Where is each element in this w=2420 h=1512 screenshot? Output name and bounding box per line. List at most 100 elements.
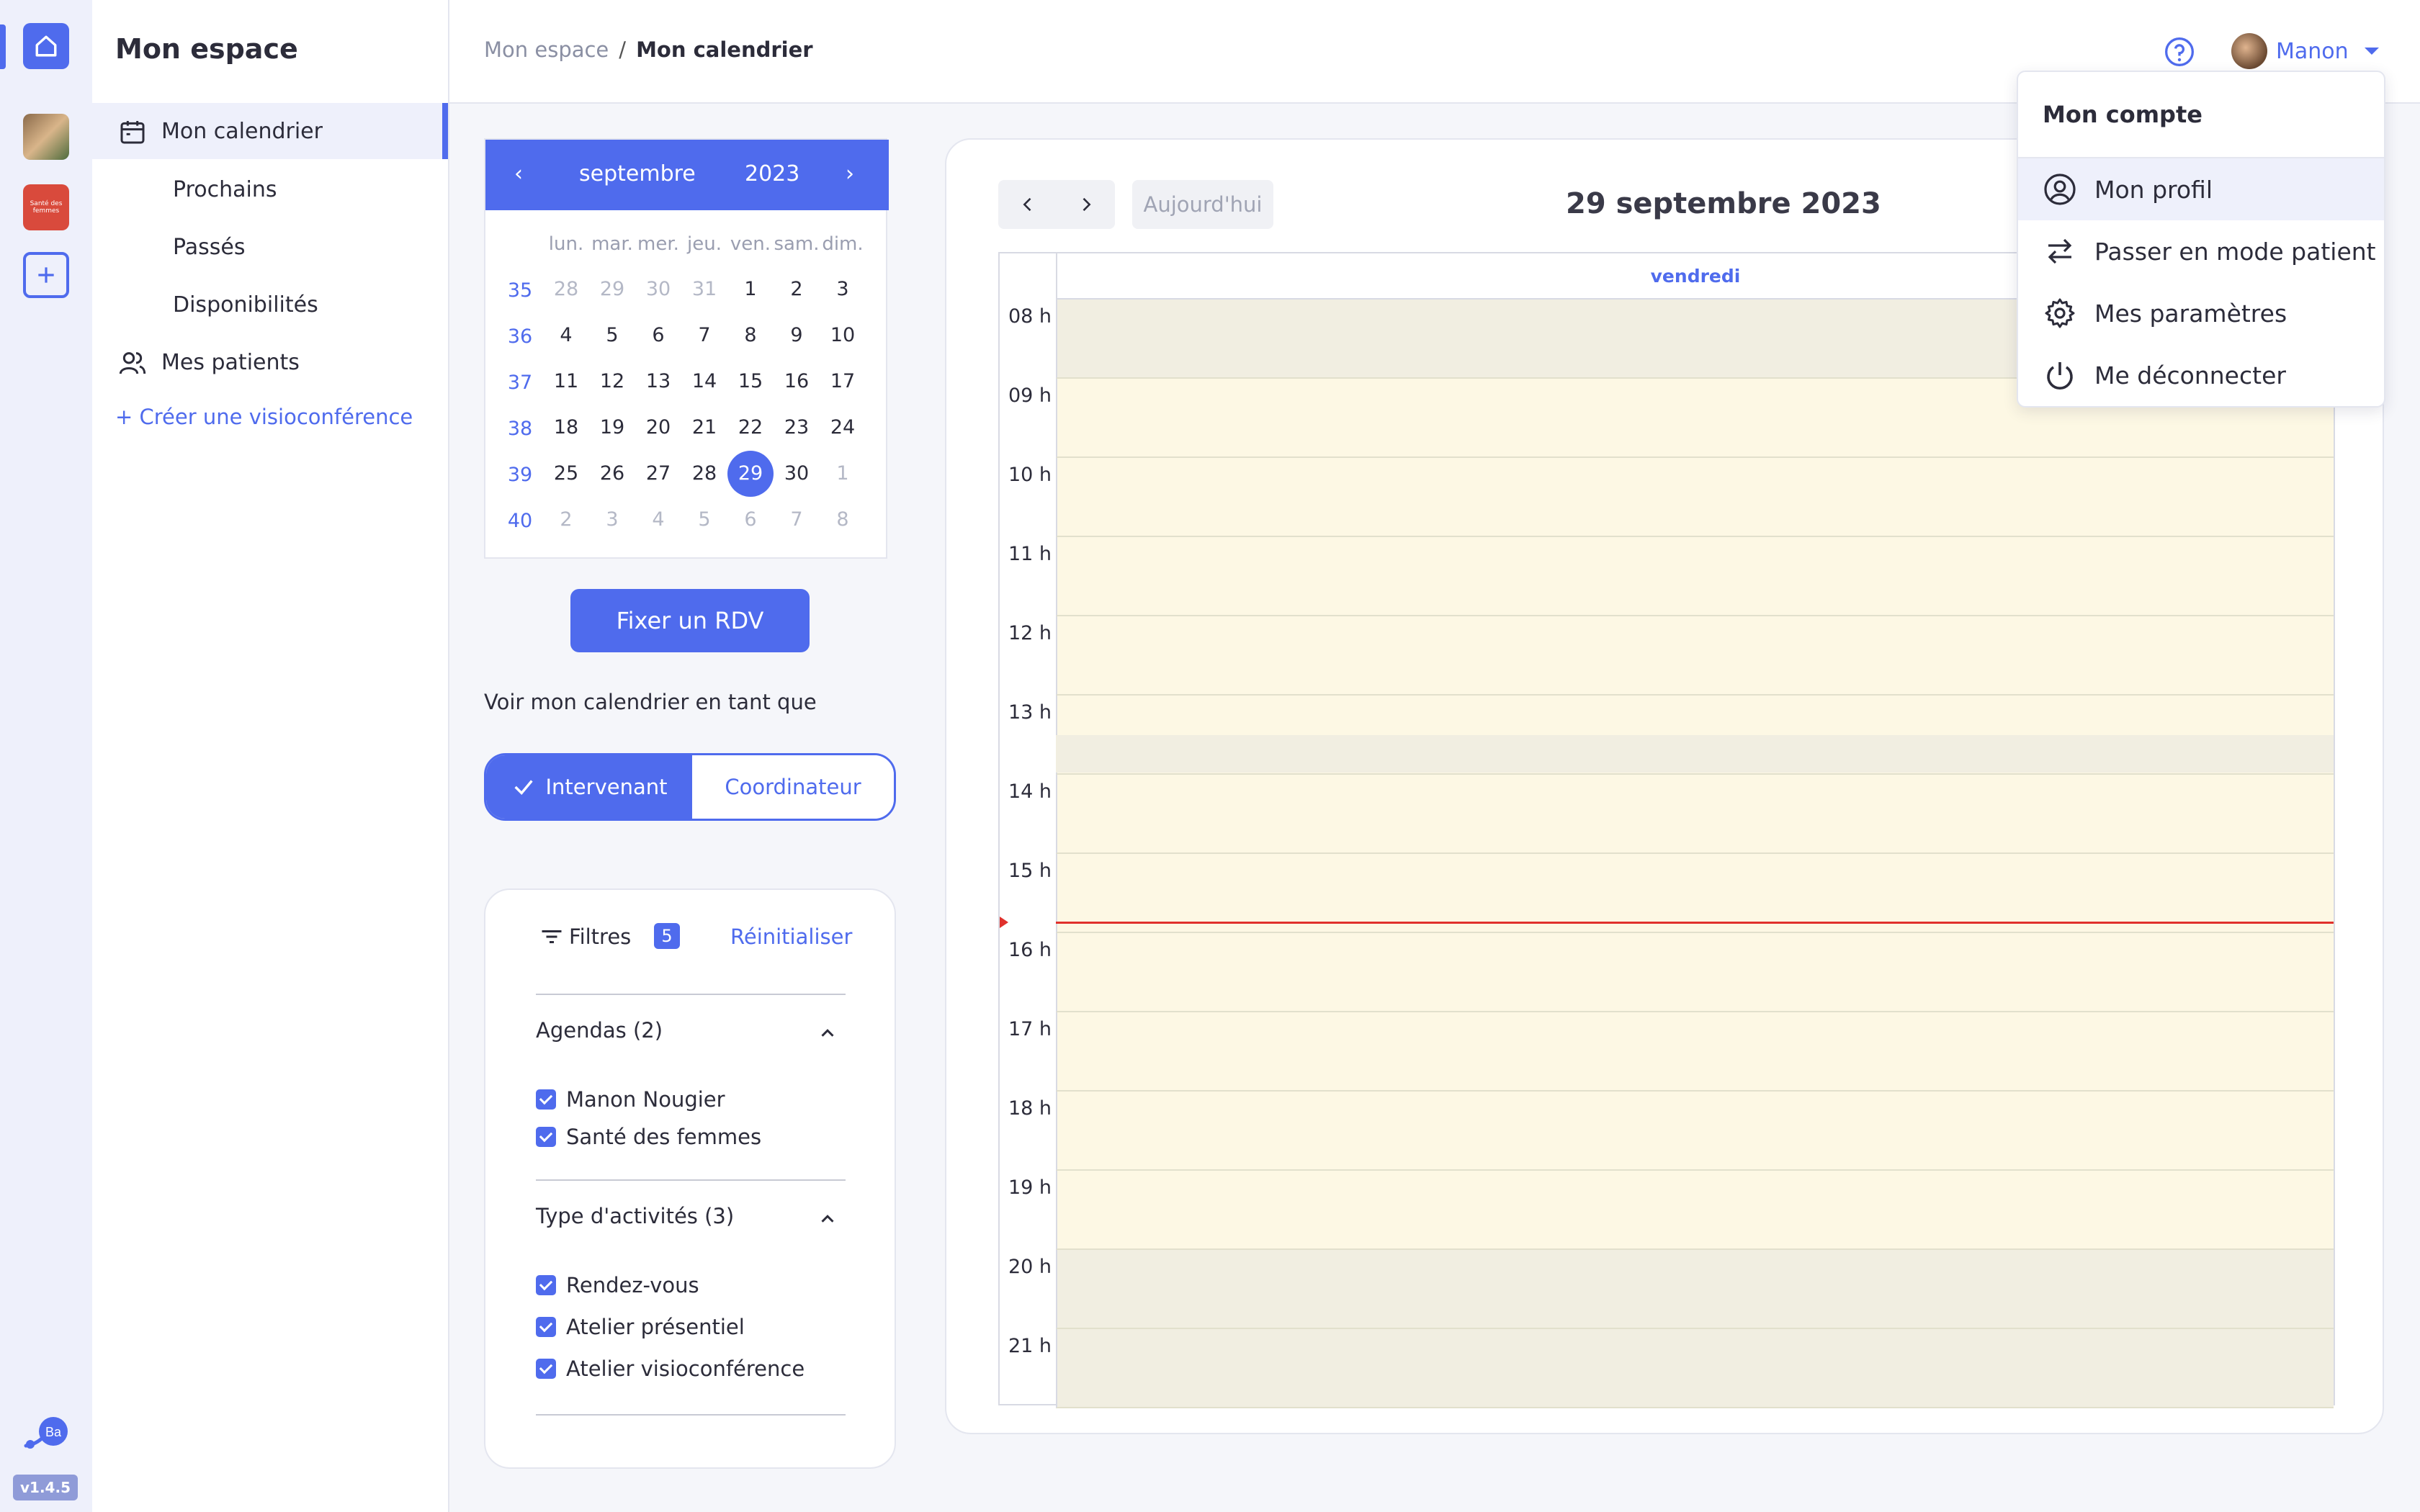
filters-title: Filtres (539, 924, 631, 949)
menu-item-profile[interactable]: Mon profil (2018, 158, 2384, 220)
filter-group-title[interactable]: Agendas (2) (536, 1018, 663, 1043)
calendar-day[interactable]: 16 (774, 359, 820, 405)
time-slot[interactable] (1056, 1171, 2334, 1250)
day-of-week-label: sam. (774, 233, 820, 255)
calendar-day[interactable]: 8 (727, 312, 774, 359)
calendar-day[interactable]: 6 (727, 497, 774, 543)
org-logo-button[interactable]: Santé des femmes (23, 184, 69, 230)
time-slot[interactable] (1056, 616, 2334, 696)
calendar-day[interactable]: 9 (774, 312, 820, 359)
user-space-avatar[interactable] (23, 114, 69, 160)
breadcrumb-parent[interactable]: Mon espace (484, 37, 609, 62)
calendar-day[interactable]: 2 (774, 266, 820, 312)
filter-group-title[interactable]: Type d'activités (3) (536, 1204, 734, 1228)
calendar-day[interactable]: 26 (589, 451, 635, 497)
calendar-day[interactable]: 29 (589, 266, 635, 312)
calendar-day[interactable]: 7 (681, 312, 727, 359)
chevron-up-icon[interactable] (817, 1208, 838, 1230)
calendar-day[interactable]: 22 (727, 405, 774, 451)
week-number: 38 (507, 418, 533, 440)
calendar-day[interactable]: 23 (774, 405, 820, 451)
time-slot[interactable] (1056, 1012, 2334, 1092)
menu-item-settings[interactable]: Mes paramètres (2018, 282, 2384, 344)
time-slot[interactable] (1056, 775, 2334, 854)
calendar-day[interactable]: 20 (635, 405, 681, 451)
calendar-day[interactable]: 30 (774, 451, 820, 497)
time-slot-unavailable[interactable] (1056, 1329, 2334, 1408)
set-appointment-button[interactable]: Fixer un RDV (570, 589, 810, 652)
add-space-button[interactable] (23, 252, 69, 298)
today-button[interactable]: Aujourd'hui (1132, 180, 1273, 229)
filter-checkbox[interactable]: Santé des femmes (536, 1125, 761, 1149)
checkbox-label: Rendez-vous (566, 1273, 699, 1297)
calendar-day[interactable]: 15 (727, 359, 774, 405)
reset-filters-link[interactable]: Réinitialiser (730, 924, 852, 949)
calendar-day[interactable]: 31 (681, 266, 727, 312)
role-option-intervenant[interactable]: Intervenant (486, 755, 692, 819)
calendar-day[interactable]: 2 (543, 497, 589, 543)
year-selector[interactable]: 2023 (745, 161, 799, 186)
calendar-day[interactable]: 13 (635, 359, 681, 405)
calendar-day[interactable]: 1 (820, 451, 866, 497)
calendar-day[interactable]: 28 (681, 451, 727, 497)
filters-label: Filtres (569, 924, 632, 949)
power-icon (2047, 362, 2073, 390)
time-slot[interactable] (1056, 537, 2334, 616)
role-option-coordinateur[interactable]: Coordinateur (692, 755, 894, 819)
filter-checkbox[interactable]: Manon Nougier (536, 1087, 725, 1112)
calendar-day[interactable]: 24 (820, 405, 866, 451)
calendar-day[interactable]: 25 (543, 451, 589, 497)
month-selector[interactable]: septembre (579, 161, 696, 186)
calendar-day[interactable]: 7 (774, 497, 820, 543)
user-menu-toggle[interactable]: Manon (2231, 33, 2379, 69)
selected-day[interactable]: 29 (727, 451, 774, 497)
gear-icon (2045, 298, 2075, 328)
calendar-day[interactable]: 8 (820, 497, 866, 543)
checkbox-label: Santé des femmes (566, 1125, 762, 1149)
time-slot[interactable] (1056, 458, 2334, 537)
prev-month-button[interactable]: ‹ (514, 161, 523, 186)
nav-item-availability[interactable]: Disponibilités (92, 276, 448, 333)
help-icon[interactable] (2164, 36, 2195, 68)
calendar-day[interactable]: 11 (543, 359, 589, 405)
nav-item-past[interactable]: Passés (92, 219, 448, 275)
nav-item-label: Disponibilités (173, 292, 318, 318)
nav-item-patients[interactable]: Mes patients (92, 334, 448, 390)
nav-item-calendar[interactable]: Mon calendrier (92, 103, 448, 159)
calendar-day[interactable]: 1 (727, 266, 774, 312)
calendar-day[interactable]: 14 (681, 359, 727, 405)
calendar-day[interactable]: 5 (681, 497, 727, 543)
calendar-day[interactable]: 21 (681, 405, 727, 451)
calendar-day[interactable]: 3 (820, 266, 866, 312)
time-slot[interactable] (1056, 1092, 2334, 1171)
calendar-day[interactable]: 5 (589, 312, 635, 359)
calendar-day[interactable]: 12 (589, 359, 635, 405)
calendar-day[interactable]: 28 (543, 266, 589, 312)
calendar-day[interactable]: 10 (820, 312, 866, 359)
next-month-button[interactable]: › (846, 161, 854, 186)
menu-item-patient-mode[interactable]: Passer en mode patient (2018, 220, 2384, 282)
filter-checkbox[interactable]: Atelier visioconférence (536, 1356, 805, 1381)
create-videoconference-link[interactable]: + Créer une visioconférence (115, 405, 413, 429)
user-circle-icon (2044, 174, 2076, 205)
menu-item-logout[interactable]: Me déconnecter (2018, 344, 2384, 406)
calendar-day[interactable]: 19 (589, 405, 635, 451)
filter-checkbox[interactable]: Rendez-vous (536, 1273, 699, 1297)
next-day-button[interactable] (1057, 180, 1115, 229)
calendar-day[interactable]: 3 (589, 497, 635, 543)
calendar-day[interactable]: 27 (635, 451, 681, 497)
calendar-day[interactable]: 18 (543, 405, 589, 451)
nav-item-upcoming[interactable]: Prochains (92, 161, 448, 217)
calendar-day[interactable]: 30 (635, 266, 681, 312)
calendar-day[interactable]: 4 (543, 312, 589, 359)
time-slot-unavailable[interactable] (1056, 1250, 2334, 1329)
filter-checkbox[interactable]: Atelier présentiel (536, 1315, 745, 1339)
chevron-up-icon[interactable] (817, 1022, 838, 1044)
calendar-day[interactable]: 4 (635, 497, 681, 543)
calendar-day[interactable]: 6 (635, 312, 681, 359)
time-slot[interactable] (1056, 933, 2334, 1012)
hour-label: 11 h (1008, 543, 1052, 565)
calendar-day[interactable]: 17 (820, 359, 866, 405)
home-button[interactable] (23, 23, 69, 69)
previous-day-button[interactable] (998, 180, 1057, 229)
